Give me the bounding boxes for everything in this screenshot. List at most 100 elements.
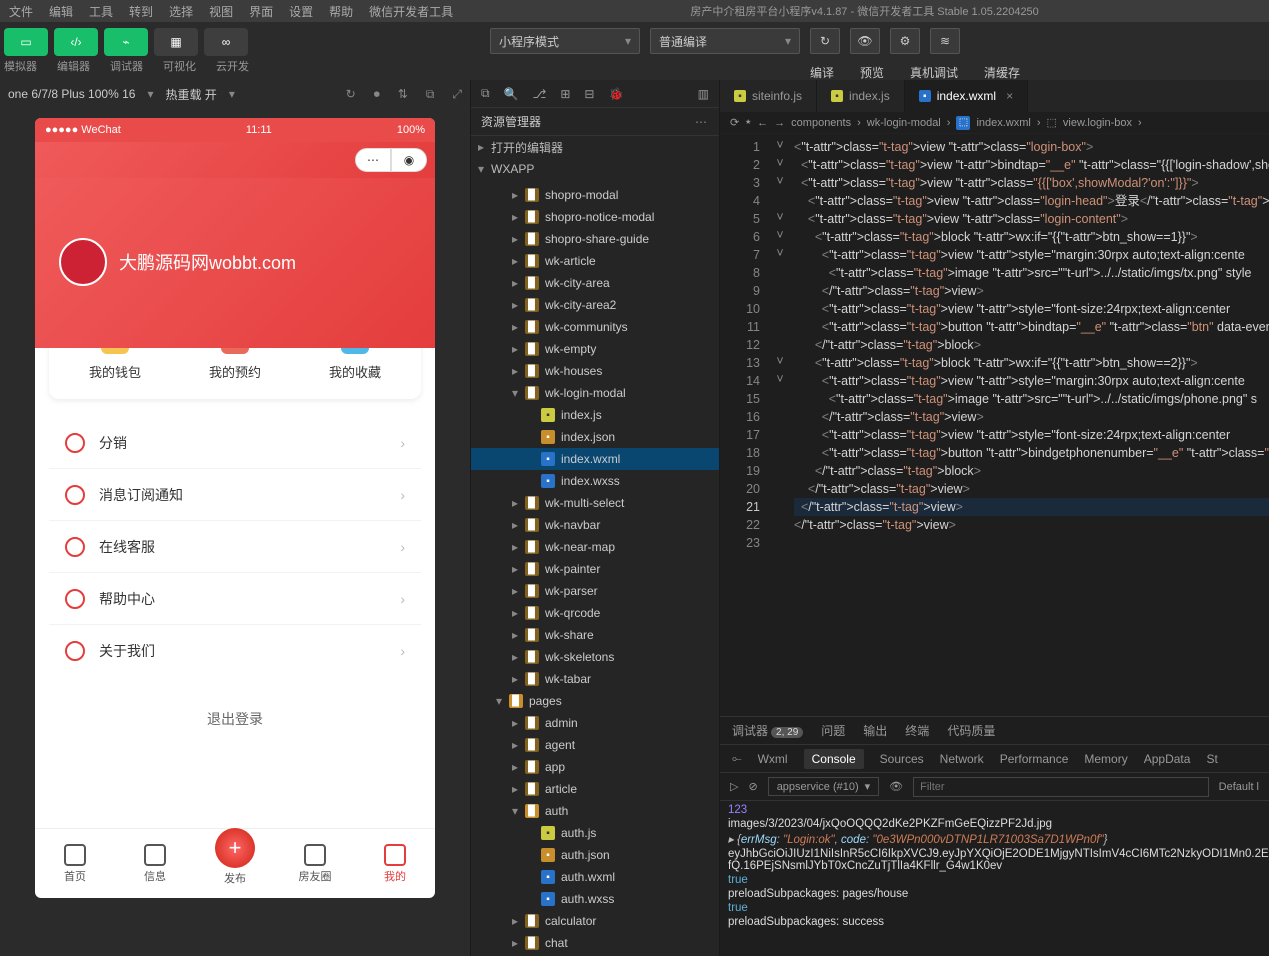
menu-item[interactable]: 选择: [164, 1, 198, 22]
folder-node[interactable]: ▸▉shopro-modal: [471, 184, 719, 206]
search-icon[interactable]: 🔍: [504, 87, 519, 101]
open-editors-section[interactable]: ▸打开的编辑器: [471, 136, 719, 158]
sim-network-icon[interactable]: ⇅: [398, 87, 408, 102]
capsule-button[interactable]: ⋯◉: [355, 148, 427, 172]
quality-tab[interactable]: 代码质量: [947, 722, 995, 739]
eye-icon[interactable]: 👁: [889, 780, 903, 793]
avatar[interactable]: [59, 238, 107, 286]
folder-node[interactable]: ▸▉wk-multi-select: [471, 492, 719, 514]
root-section[interactable]: ▾WXAPP: [471, 158, 719, 180]
outline-icon[interactable]: ⊟: [584, 87, 594, 101]
editor-toggle[interactable]: ‹/›: [54, 28, 98, 56]
close-icon[interactable]: ×: [1006, 89, 1013, 103]
folder-node[interactable]: ▸▉app: [471, 756, 719, 778]
logout-button[interactable]: 退出登录: [35, 695, 435, 743]
publish-fab[interactable]: +: [215, 828, 255, 868]
remote-label[interactable]: 真机调试: [910, 64, 958, 81]
folder-node[interactable]: ▸▉wk-houses: [471, 360, 719, 382]
file-node[interactable]: ▪auth.json: [471, 844, 719, 866]
sim-expand-icon[interactable]: ⤢: [452, 87, 462, 102]
inspect-icon[interactable]: ⟜: [732, 751, 742, 766]
folder-node[interactable]: ▸▉wk-tabar: [471, 668, 719, 690]
folder-node[interactable]: ▸▉wk-skeletons: [471, 646, 719, 668]
devtools-tab[interactable]: St: [1206, 752, 1217, 766]
devtools-tab[interactable]: AppData: [1144, 752, 1191, 766]
folder-node[interactable]: ▸▉shopro-share-guide: [471, 228, 719, 250]
ext-icon[interactable]: ⊞: [560, 87, 570, 101]
folder-node[interactable]: ▸▉calculator: [471, 910, 719, 932]
folder-node[interactable]: ▸▉wk-city-area2: [471, 294, 719, 316]
sim-float-icon[interactable]: ⧉: [426, 87, 435, 102]
tabbar-item[interactable]: 我的: [355, 829, 435, 898]
clear-cache-icon[interactable]: ≋: [930, 28, 960, 54]
debugger-tab[interactable]: 调试器2, 29: [732, 722, 803, 739]
menu-item[interactable]: 视图: [204, 1, 238, 22]
devtools-tab[interactable]: Console: [804, 749, 864, 769]
split-icon[interactable]: ▥: [698, 87, 709, 101]
list-item[interactable]: 在线客服›: [49, 521, 421, 573]
folder-node[interactable]: ▸▉wk-navbar: [471, 514, 719, 536]
clear-icon[interactable]: ⊘: [748, 780, 757, 793]
debug-icon[interactable]: 🐞: [608, 87, 623, 101]
output-tab[interactable]: 输出: [863, 722, 887, 739]
menu-item[interactable]: 文件: [4, 1, 38, 22]
visual-toggle[interactable]: ▦: [154, 28, 198, 56]
file-node[interactable]: ▪index.wxml: [471, 448, 719, 470]
compile-icon[interactable]: ↻: [810, 28, 840, 54]
code-editor[interactable]: 1234567891011121314151617181920212223 ˅˅…: [720, 134, 1269, 716]
level-select[interactable]: Default l: [1219, 781, 1259, 793]
preview-icon[interactable]: 👁: [850, 28, 880, 54]
folder-node[interactable]: ▸▉wk-parser: [471, 580, 719, 602]
editor-tab[interactable]: ▪index.wxml×: [905, 80, 1028, 112]
crumb-back-icon[interactable]: ⟳: [730, 116, 739, 129]
folder-node[interactable]: ▸▉shopro-notice-modal: [471, 206, 719, 228]
sim-refresh-icon[interactable]: ↻: [346, 87, 356, 102]
folder-node[interactable]: ▸▉wk-city-area: [471, 272, 719, 294]
simulator-toggle[interactable]: ▭: [4, 28, 48, 56]
tabbar-item[interactable]: +发布: [195, 829, 275, 898]
sim-record-icon[interactable]: ⏺: [374, 87, 380, 102]
folder-node[interactable]: ▾▉pages: [471, 690, 719, 712]
folder-node[interactable]: ▸▉chat: [471, 932, 719, 954]
crumb-bookmark-icon[interactable]: ⭑: [745, 116, 751, 129]
menu-item[interactable]: 工具: [84, 1, 118, 22]
folder-node[interactable]: ▸▉wk-article: [471, 250, 719, 272]
more-icon[interactable]: ⋯: [695, 115, 709, 129]
compile-label[interactable]: 编译: [810, 64, 834, 81]
folder-node[interactable]: ▸▉wk-painter: [471, 558, 719, 580]
tabbar-item[interactable]: 房友圈: [275, 829, 355, 898]
list-item[interactable]: 分销›: [49, 417, 421, 469]
devtools-tab[interactable]: Performance: [1000, 752, 1069, 766]
folder-node[interactable]: ▸▉wk-qrcode: [471, 602, 719, 624]
list-item[interactable]: 消息订阅通知›: [49, 469, 421, 521]
editor-tab[interactable]: ▪siteinfo.js: [720, 80, 817, 112]
file-node[interactable]: ▪index.json: [471, 426, 719, 448]
menu-item[interactable]: 转到: [124, 1, 158, 22]
problems-tab[interactable]: 问题: [821, 722, 845, 739]
tabbar-item[interactable]: 首页: [35, 829, 115, 898]
devtools-tab[interactable]: Memory: [1084, 752, 1127, 766]
list-item[interactable]: 关于我们›: [49, 625, 421, 677]
folder-node[interactable]: ▸▉admin: [471, 712, 719, 734]
play-icon[interactable]: ▷: [730, 780, 738, 793]
menu-item[interactable]: 设置: [284, 1, 318, 22]
menu-item[interactable]: 界面: [244, 1, 278, 22]
editor-tab[interactable]: ▪index.js: [817, 80, 905, 112]
device-select[interactable]: one 6/7/8 Plus 100% 16: [8, 87, 135, 101]
file-node[interactable]: ▪index.js: [471, 404, 719, 426]
folder-node[interactable]: ▸▉wk-communitys: [471, 316, 719, 338]
file-node[interactable]: ▪auth.wxml: [471, 866, 719, 888]
folder-node[interactable]: ▸▉wk-empty: [471, 338, 719, 360]
folder-node[interactable]: ▸▉wk-near-map: [471, 536, 719, 558]
crumb-nav-icon[interactable]: ←: [757, 117, 768, 129]
folder-node[interactable]: ▾▉auth: [471, 800, 719, 822]
git-icon[interactable]: ⎇: [533, 87, 547, 101]
devtools-tab[interactable]: Wxml: [758, 752, 788, 766]
terminal-tab[interactable]: 终端: [905, 722, 929, 739]
tabbar-item[interactable]: 信息: [115, 829, 195, 898]
file-node[interactable]: ▪auth.js: [471, 822, 719, 844]
scope-select[interactable]: appservice (#10) ▾: [768, 777, 879, 796]
mode-select[interactable]: 小程序模式▾: [490, 28, 640, 54]
files-icon[interactable]: ⧉: [481, 86, 490, 101]
menu-item[interactable]: 帮助: [324, 1, 358, 22]
